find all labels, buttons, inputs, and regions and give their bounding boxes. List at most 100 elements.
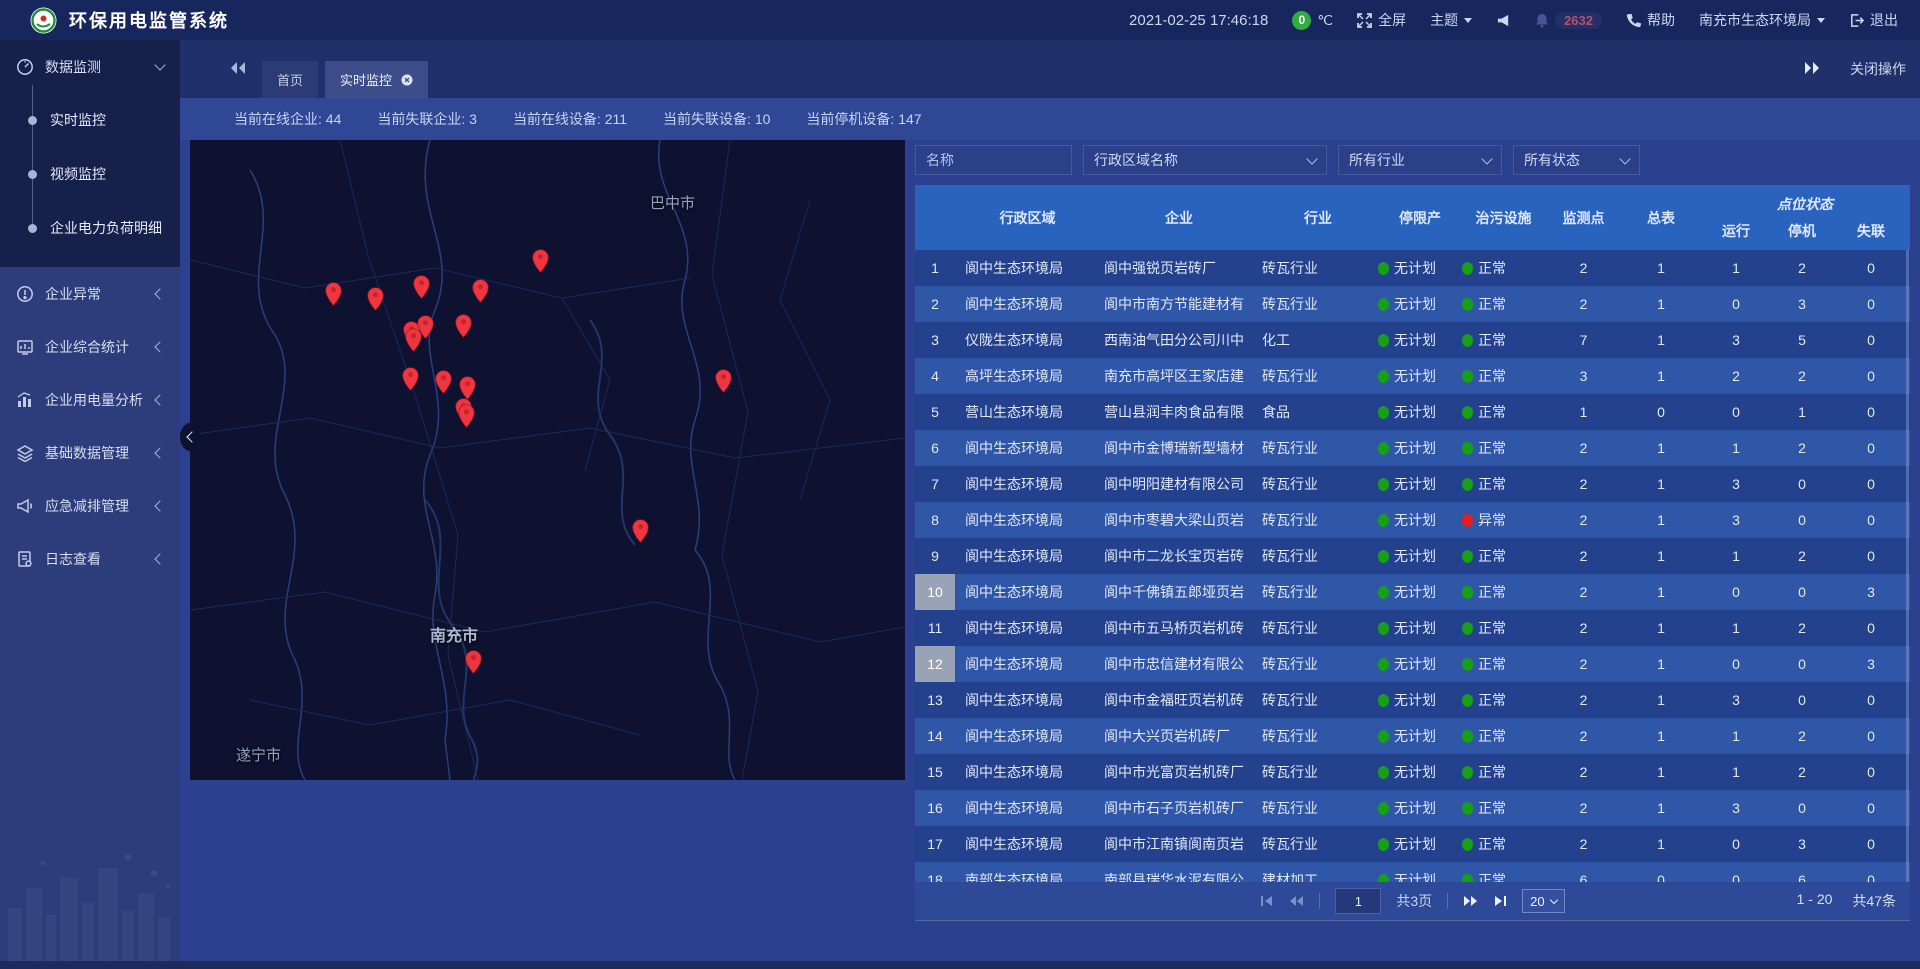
tab-close-icon[interactable]: [401, 74, 413, 86]
table-row[interactable]: 8阆中生态环境局阆中市枣碧大梁山页岩砖瓦行业无计划异常21300: [915, 502, 1910, 538]
theme-menu[interactable]: 主题: [1430, 10, 1472, 30]
logout-button[interactable]: 退出: [1849, 10, 1898, 30]
cell-facility-status: 正常: [1462, 682, 1545, 718]
map-pin[interactable]: [325, 282, 342, 306]
mute-button[interactable]: [1496, 13, 1511, 28]
cell-monitor-points: 2: [1545, 250, 1622, 286]
stat-label: 当前在线设备:: [513, 111, 605, 127]
map-pin[interactable]: [367, 287, 384, 311]
stat-value: 10: [755, 111, 771, 127]
table-row[interactable]: 18南部生态环境局南部县瑞华水泥有限公建材加工无计划正常60060: [915, 862, 1910, 882]
table-row[interactable]: 6阆中生态环境局阆中市金博瑞新型墙材砖瓦行业无计划正常21120: [915, 430, 1910, 466]
tabs-scroll-right-button[interactable]: [1804, 61, 1820, 78]
cell-total-meters: 1: [1622, 646, 1700, 682]
sidebar-item-2[interactable]: 企业综合统计: [0, 320, 180, 373]
sidebar-subitem-0-1[interactable]: 视频监控: [0, 147, 180, 201]
table-row[interactable]: 5营山生态环境局营山县润丰肉食品有限食品无计划正常10010: [915, 394, 1910, 430]
cell-running: 3: [1700, 502, 1772, 538]
cell-stop-plan: 无计划: [1378, 466, 1462, 502]
tab-1[interactable]: 实时监控: [325, 61, 428, 98]
alert-icon: [16, 285, 34, 303]
table-row[interactable]: 9阆中生态环境局阆中市二龙长宝页岩砖砖瓦行业无计划正常21120: [915, 538, 1910, 574]
cell-industry: 砖瓦行业: [1258, 610, 1378, 646]
region-filter-select[interactable]: 行政区域名称: [1083, 145, 1327, 175]
stat-label: 当前停机设备:: [806, 111, 898, 127]
table-row[interactable]: 1阆中生态环境局阆中强锐页岩砖厂砖瓦行业无计划正常21120: [915, 250, 1910, 286]
table-row[interactable]: 2阆中生态环境局阆中市南方节能建材有砖瓦行业无计划正常21030: [915, 286, 1910, 322]
cell-facility-status: 正常: [1462, 430, 1545, 466]
table-row[interactable]: 4高坪生态环境局南充市高坪区王家店建砖瓦行业无计划正常31220: [915, 358, 1910, 394]
cell-offline: 0: [1832, 430, 1910, 466]
page-size-select[interactable]: 20: [1522, 889, 1564, 913]
cell-running: 3: [1700, 322, 1772, 358]
close-operations-button[interactable]: 关闭操作: [1850, 59, 1906, 79]
map-pin[interactable]: [459, 376, 476, 400]
chevron-down-icon: [1464, 18, 1472, 23]
table-row[interactable]: 16阆中生态环境局阆中市石子页岩机砖厂砖瓦行业无计划正常21300: [915, 790, 1910, 826]
cell-monitor-points: 2: [1545, 790, 1622, 826]
help-button[interactable]: 帮助: [1626, 10, 1675, 30]
cell-row-number: 7: [915, 466, 955, 502]
table-row[interactable]: 17阆中生态环境局阆中市江南镇阆南页岩砖瓦行业无计划正常21030: [915, 826, 1910, 862]
column-header: 停机: [1772, 221, 1832, 241]
map-pin[interactable]: [402, 367, 419, 391]
table-row[interactable]: 10阆中生态环境局阆中千佛镇五郎垭页岩砖瓦行业无计划正常21003: [915, 574, 1910, 610]
map-panel[interactable]: 巴中市南充市遂宁市: [190, 140, 905, 780]
cell-stopped: 2: [1772, 754, 1832, 790]
table-row[interactable]: 12阆中生态环境局阆中市忠信建材有限公砖瓦行业无计划正常21003: [915, 646, 1910, 682]
tabs-scroll-left-button[interactable]: [230, 61, 246, 80]
table-row[interactable]: 7阆中生态环境局阆中明阳建材有限公司砖瓦行业无计划正常21300: [915, 466, 1910, 502]
sidebar-submenu: 实时监控视频监控企业电力负荷明细: [0, 93, 180, 255]
map-pin[interactable]: [458, 404, 475, 428]
name-filter-input[interactable]: [915, 145, 1072, 175]
cell-row-number: 1: [915, 250, 955, 286]
cell-company: 阆中千佛镇五郎垭页岩: [1100, 574, 1258, 610]
map-city-label: 巴中市: [650, 192, 695, 213]
sidebar-item-0[interactable]: 数据监测: [0, 40, 180, 93]
sidebar-item-1[interactable]: 企业异常: [0, 267, 180, 320]
sidebar-item-5[interactable]: 应急减排管理: [0, 479, 180, 532]
page-number-input[interactable]: [1335, 888, 1381, 914]
first-page-button[interactable]: [1260, 894, 1274, 908]
sidebar-subitem-0-0[interactable]: 实时监控: [0, 93, 180, 147]
last-page-button[interactable]: [1493, 894, 1507, 908]
tabs-list: 首页实时监控: [262, 61, 428, 98]
sidebar-subitem-0-2[interactable]: 企业电力负荷明细: [0, 201, 180, 255]
fullscreen-button[interactable]: 全屏: [1357, 10, 1406, 30]
map-pin[interactable]: [532, 249, 549, 273]
industry-filter-select[interactable]: 所有行业: [1338, 145, 1502, 175]
map-pin[interactable]: [405, 328, 422, 352]
next-page-button[interactable]: [1463, 894, 1478, 908]
cell-running: 3: [1700, 466, 1772, 502]
map-pin[interactable]: [435, 370, 452, 394]
notification-count-badge: 2632: [1555, 12, 1602, 29]
table-row[interactable]: 3仪陇生态环境局西南油气田分公司川中化工无计划正常71350: [915, 322, 1910, 358]
tab-0[interactable]: 首页: [262, 61, 318, 98]
sidebar-item-6[interactable]: 日志查看: [0, 532, 180, 585]
table-row[interactable]: 15阆中生态环境局阆中市光富页岩机砖厂砖瓦行业无计划正常21120: [915, 754, 1910, 790]
cell-row-number: 8: [915, 502, 955, 538]
sidebar-group-2: 企业综合统计: [0, 320, 180, 373]
cell-monitor-points: 6: [1545, 862, 1622, 882]
cell-company: 南部县瑞华水泥有限公: [1100, 862, 1258, 882]
cell-facility-status: 正常: [1462, 826, 1545, 862]
table-row[interactable]: 14阆中生态环境局阆中大兴页岩机砖厂砖瓦行业无计划正常21120: [915, 718, 1910, 754]
notifications-button[interactable]: 2632: [1535, 12, 1602, 29]
table-row[interactable]: 11阆中生态环境局阆中市五马桥页岩机砖砖瓦行业无计划正常21120: [915, 610, 1910, 646]
status-filter-select[interactable]: 所有状态: [1513, 145, 1640, 175]
map-pin[interactable]: [472, 279, 489, 303]
sidebar-item-3[interactable]: 企业用电量分析: [0, 373, 180, 426]
cell-company: 南充市高坪区王家店建: [1100, 358, 1258, 394]
map-pin[interactable]: [632, 519, 649, 543]
map-pin[interactable]: [413, 275, 430, 299]
cell-row-number: 10: [915, 574, 955, 610]
table-row[interactable]: 13阆中生态环境局阆中市金福旺页岩机砖砖瓦行业无计划正常21300: [915, 682, 1910, 718]
map-pin[interactable]: [465, 650, 482, 674]
map-pin[interactable]: [715, 369, 732, 393]
org-menu[interactable]: 南充市生态环境局: [1699, 10, 1825, 30]
map-pin[interactable]: [455, 314, 472, 338]
previous-page-button[interactable]: [1289, 894, 1304, 908]
sidebar-item-4[interactable]: 基础数据管理: [0, 426, 180, 479]
collapse-sidebar-button[interactable]: [180, 423, 200, 451]
cell-region: 阆中生态环境局: [955, 610, 1100, 646]
